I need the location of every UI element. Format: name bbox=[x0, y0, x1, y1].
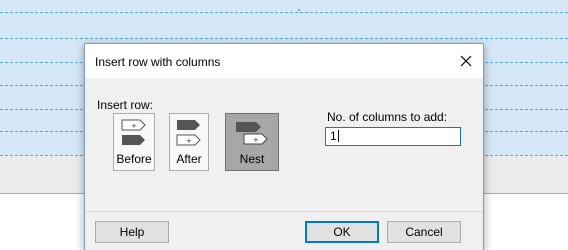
insert-nest-icon: + bbox=[236, 122, 268, 145]
svg-text:+: + bbox=[253, 136, 259, 144]
insert-after-button[interactable]: + After bbox=[169, 113, 209, 171]
ok-button-label: OK bbox=[333, 225, 351, 239]
dialog-footer: Help OK Cancel bbox=[85, 211, 483, 250]
dialog-title: Insert row with columns bbox=[95, 55, 221, 69]
row-gridline bbox=[0, 38, 568, 39]
column-marker bbox=[298, 9, 300, 11]
insert-before-button[interactable]: + Before bbox=[113, 113, 155, 171]
cancel-button[interactable]: Cancel bbox=[387, 221, 461, 243]
insert-row-dialog: Insert row with columns Insert row: + Be… bbox=[84, 43, 484, 250]
svg-text:+: + bbox=[186, 137, 192, 145]
columns-value: 1 bbox=[330, 129, 337, 143]
row-gridline bbox=[0, 12, 568, 13]
insert-nest-button[interactable]: + Nest bbox=[225, 113, 279, 171]
help-button-label: Help bbox=[119, 225, 145, 239]
option-label: Nest bbox=[239, 152, 265, 166]
close-button[interactable] bbox=[449, 44, 483, 78]
columns-input[interactable]: 1 bbox=[325, 127, 461, 146]
cancel-button-label: Cancel bbox=[405, 225, 443, 239]
svg-text:+: + bbox=[131, 122, 137, 130]
insert-row-label: Insert row: bbox=[97, 98, 154, 112]
insert-after-icon: + bbox=[176, 120, 201, 146]
option-label: After bbox=[176, 152, 202, 166]
ok-button[interactable]: OK bbox=[305, 221, 379, 243]
close-icon bbox=[460, 55, 472, 67]
option-label: Before bbox=[116, 152, 152, 166]
insert-before-icon: + bbox=[121, 119, 146, 145]
columns-label: No. of columns to add: bbox=[327, 110, 448, 124]
dialog-titlebar: Insert row with columns bbox=[85, 44, 483, 78]
help-button[interactable]: Help bbox=[95, 221, 169, 243]
text-caret bbox=[337, 130, 339, 142]
